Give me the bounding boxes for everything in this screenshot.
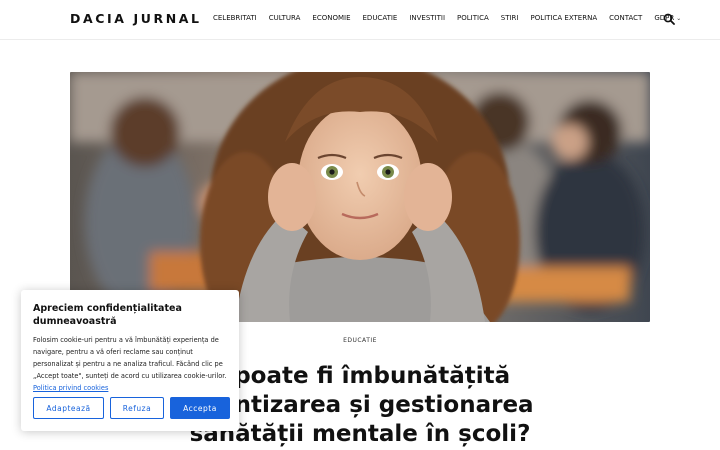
nav-item-politica[interactable]: POLITICA <box>457 14 489 22</box>
nav-item-stiri[interactable]: STIRI <box>501 14 519 22</box>
cookie-consent-dialog: Apreciem confidențialitatea dumneavoastr… <box>21 290 239 431</box>
site-logo[interactable]: DACIA JURNAL <box>70 11 202 26</box>
cookie-dialog-body: Folosim cookie-uri pentru a vă îmbunătăț… <box>33 336 227 380</box>
site-header: DACIA JURNAL CELEBRITATI CULTURA ECONOMI… <box>0 0 720 40</box>
article-hero-image <box>70 72 650 322</box>
main-nav: CELEBRITATI CULTURA ECONOMIE EDUCATIE IN… <box>213 14 681 22</box>
girl-in-classroom-illustration <box>70 72 650 322</box>
accept-button[interactable]: Accepta <box>170 397 230 419</box>
cookie-dialog-title: Apreciem confidențialitatea dumneavoastr… <box>33 303 182 327</box>
nav-item-cultura[interactable]: CULTURA <box>269 14 301 22</box>
search-icon[interactable] <box>663 13 675 25</box>
chevron-down-icon: ⌄ <box>676 14 682 22</box>
article-category[interactable]: EDUCATIE <box>330 337 390 344</box>
cookie-button-group: Adaptează Refuza Accepta <box>33 397 230 419</box>
reject-button[interactable]: Refuza <box>110 397 164 419</box>
customize-button[interactable]: Adaptează <box>33 397 104 419</box>
nav-item-educatie[interactable]: EDUCATIE <box>363 14 398 22</box>
nav-item-contact[interactable]: CONTACT <box>609 14 642 22</box>
cookie-policy-link[interactable]: Politica privind cookies <box>33 384 108 392</box>
nav-item-politica-externa[interactable]: POLITICA EXTERNA <box>530 14 597 22</box>
nav-item-economie[interactable]: ECONOMIE <box>312 14 350 22</box>
nav-item-investitii[interactable]: INVESTITII <box>409 14 445 22</box>
nav-item-celebritati[interactable]: CELEBRITATI <box>213 14 257 22</box>
cookie-dialog-text: Folosim cookie-uri pentru a vă îmbunătăț… <box>33 334 227 394</box>
